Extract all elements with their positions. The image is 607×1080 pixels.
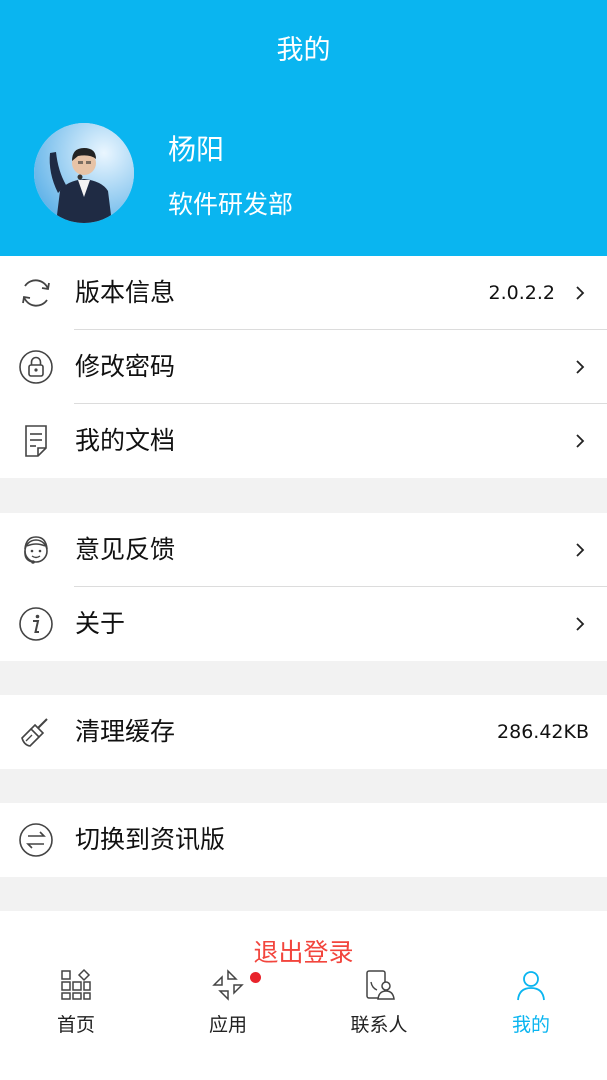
settings-group-3: 清理缓存 286.42KB — [0, 695, 607, 769]
avatar[interactable] — [34, 123, 134, 223]
switch-icon — [19, 823, 53, 857]
notification-badge — [250, 972, 261, 983]
menu-item-label: 版本信息 — [75, 278, 176, 307]
grid-icon — [61, 968, 91, 1000]
menu-item-label: 切换到资讯版 — [75, 825, 226, 854]
support-agent-icon — [24, 536, 48, 564]
chevron-right-icon — [576, 543, 585, 557]
menu-item-switch-edition[interactable]: 切换到资讯版 — [0, 803, 607, 877]
menu-item-label: 修改密码 — [75, 352, 176, 381]
menu-item-feedback[interactable]: 意见反馈 — [0, 513, 607, 587]
user-name: 杨阳 — [168, 133, 225, 166]
tab-apps[interactable]: 应用 — [152, 960, 304, 1080]
broom-icon — [21, 718, 48, 747]
contacts-icon — [366, 970, 395, 1000]
chevron-right-icon — [576, 617, 585, 631]
bottom-tab-bar: 首页 应用 联系人 我的 — [0, 960, 607, 1080]
tab-mine[interactable]: 我的 — [455, 960, 607, 1080]
apps-icon — [212, 969, 244, 1001]
menu-item-my-documents[interactable]: 我的文档 — [0, 404, 607, 478]
cache-size-value: 286.42KB — [497, 721, 589, 743]
tab-label: 首页 — [56, 1014, 95, 1036]
lock-icon — [19, 350, 53, 384]
tab-home[interactable]: 首页 — [0, 960, 152, 1080]
tab-label: 联系人 — [350, 1014, 408, 1036]
settings-group-2: 意见反馈 关于 — [0, 513, 607, 661]
refresh-icon — [22, 279, 50, 307]
tab-label: 我的 — [511, 1014, 550, 1036]
menu-item-clear-cache[interactable]: 清理缓存 286.42KB — [0, 695, 607, 769]
person-icon — [517, 971, 545, 1001]
chevron-right-icon — [576, 360, 585, 374]
profile-header: 我的 杨阳 软件研发部 — [0, 0, 607, 256]
settings-group-1: 版本信息 2.0.2.2 修改密码 我的文档 — [0, 256, 607, 478]
tab-contacts[interactable]: 联系人 — [303, 960, 455, 1080]
menu-item-label: 我的文档 — [75, 426, 176, 455]
settings-group-4: 切换到资讯版 — [0, 803, 607, 877]
chevron-right-icon — [576, 434, 585, 448]
version-value: 2.0.2.2 — [488, 282, 555, 304]
menu-item-change-password[interactable]: 修改密码 — [0, 330, 607, 404]
page-title: 我的 — [276, 35, 331, 66]
menu-item-about[interactable]: 关于 — [0, 587, 607, 661]
menu-item-label: 关于 — [75, 609, 126, 638]
document-icon — [25, 425, 47, 457]
tab-label: 应用 — [208, 1014, 247, 1036]
menu-item-version[interactable]: 版本信息 2.0.2.2 — [0, 256, 607, 330]
menu-item-label: 意见反馈 — [75, 535, 176, 564]
avatar-image — [34, 123, 134, 223]
info-icon — [19, 607, 53, 641]
user-department: 软件研发部 — [168, 190, 294, 219]
chevron-right-icon — [576, 286, 585, 300]
menu-item-label: 清理缓存 — [75, 717, 176, 746]
